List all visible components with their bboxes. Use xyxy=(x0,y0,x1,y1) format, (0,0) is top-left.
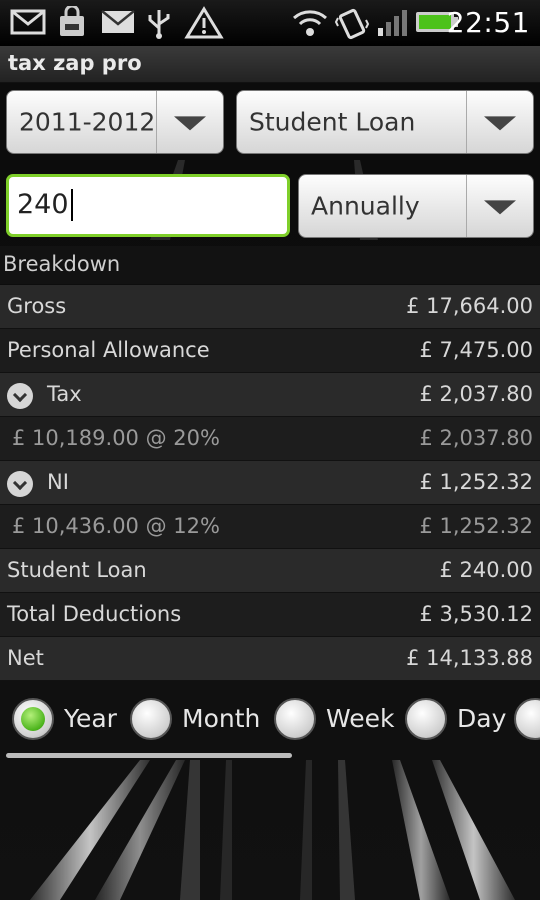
deduction-type-value: Student Loan xyxy=(249,107,416,137)
row-label: £ 10,189.00 @ 20% xyxy=(12,426,220,450)
breakdown-table: Gross £ 17,664.00 Personal Allowance £ 7… xyxy=(0,285,540,681)
app-title: tax zap pro xyxy=(8,51,142,75)
radio-button[interactable] xyxy=(274,698,316,740)
chevron-down-icon xyxy=(466,91,533,153)
row-net: Net £ 14,133.88 xyxy=(0,637,540,681)
wifi-icon xyxy=(293,10,327,36)
horizontal-scrollbar[interactable] xyxy=(6,753,292,758)
period-radio-group: Year Month Week Day xyxy=(0,690,540,760)
row-label: Tax xyxy=(47,382,82,406)
row-personal-allowance: Personal Allowance £ 7,475.00 xyxy=(0,329,540,373)
radio-button[interactable] xyxy=(130,698,172,740)
row-tax-detail: £ 10,189.00 @ 20% £ 2,037.80 xyxy=(0,417,540,461)
alert-icon xyxy=(184,6,224,39)
row-tax[interactable]: Tax £ 2,037.80 xyxy=(0,373,540,417)
row-amount: £ 2,037.80 xyxy=(419,382,533,406)
period-value: Annually xyxy=(311,191,420,221)
row-amount: £ 7,475.00 xyxy=(419,338,533,362)
expand-chevron-icon[interactable] xyxy=(7,471,33,497)
radio-partial[interactable] xyxy=(514,698,540,748)
row-amount: £ 1,252.32 xyxy=(419,514,533,538)
row-gross: Gross £ 17,664.00 xyxy=(0,285,540,329)
radio-button[interactable] xyxy=(514,698,540,740)
row-label: Net xyxy=(7,646,44,670)
breakdown-title: Breakdown xyxy=(3,252,121,276)
row-label: Personal Allowance xyxy=(7,338,210,362)
amount-input[interactable] xyxy=(17,189,277,220)
row-ni-detail: £ 10,436.00 @ 12% £ 1,252.32 xyxy=(0,505,540,549)
app-title-bar: tax zap pro xyxy=(0,46,540,83)
row-student-loan: Student Loan £ 240.00 xyxy=(0,549,540,593)
row-amount: £ 2,037.80 xyxy=(419,426,533,450)
tax-year-value: 2011-2012 xyxy=(19,107,156,137)
chevron-down-icon xyxy=(156,91,223,153)
row-label: £ 10,436.00 @ 12% xyxy=(12,514,220,538)
radio-label: Week xyxy=(326,704,395,733)
status-bar: 22:51 xyxy=(0,0,540,46)
row-total-deductions: Total Deductions £ 3,530.12 xyxy=(0,593,540,637)
vibrate-icon xyxy=(334,8,370,40)
row-amount: £ 3,530.12 xyxy=(419,602,533,626)
row-label: NI xyxy=(47,470,69,494)
signal-icon xyxy=(378,10,407,36)
chevron-down-icon xyxy=(466,175,533,237)
radio-label: Day xyxy=(457,704,507,733)
row-amount: £ 17,664.00 xyxy=(406,294,533,318)
row-ni[interactable]: NI £ 1,252.32 xyxy=(0,461,540,505)
tax-year-select[interactable]: 2011-2012 xyxy=(6,90,224,154)
row-label: Student Loan xyxy=(7,558,147,582)
radio-label: Month xyxy=(182,704,261,733)
deduction-type-select[interactable]: Student Loan xyxy=(236,90,534,154)
mail-icon xyxy=(101,10,135,33)
radio-label: Year xyxy=(64,704,117,733)
bag-icon xyxy=(60,6,84,36)
usb-icon xyxy=(148,10,170,39)
gmail-icon xyxy=(10,9,46,35)
text-cursor xyxy=(71,189,73,221)
row-label: Gross xyxy=(7,294,67,318)
expand-chevron-icon[interactable] xyxy=(7,383,33,409)
row-label: Total Deductions xyxy=(7,602,182,626)
row-amount: £ 240.00 xyxy=(439,558,533,582)
status-time: 22:51 xyxy=(446,6,530,39)
row-amount: £ 14,133.88 xyxy=(406,646,533,670)
period-select[interactable]: Annually xyxy=(298,174,534,238)
row-amount: £ 1,252.32 xyxy=(419,470,533,494)
amount-field[interactable] xyxy=(6,174,290,237)
breakdown-header: Breakdown xyxy=(0,246,540,284)
radio-button[interactable] xyxy=(12,698,54,740)
radio-button[interactable] xyxy=(405,698,447,740)
